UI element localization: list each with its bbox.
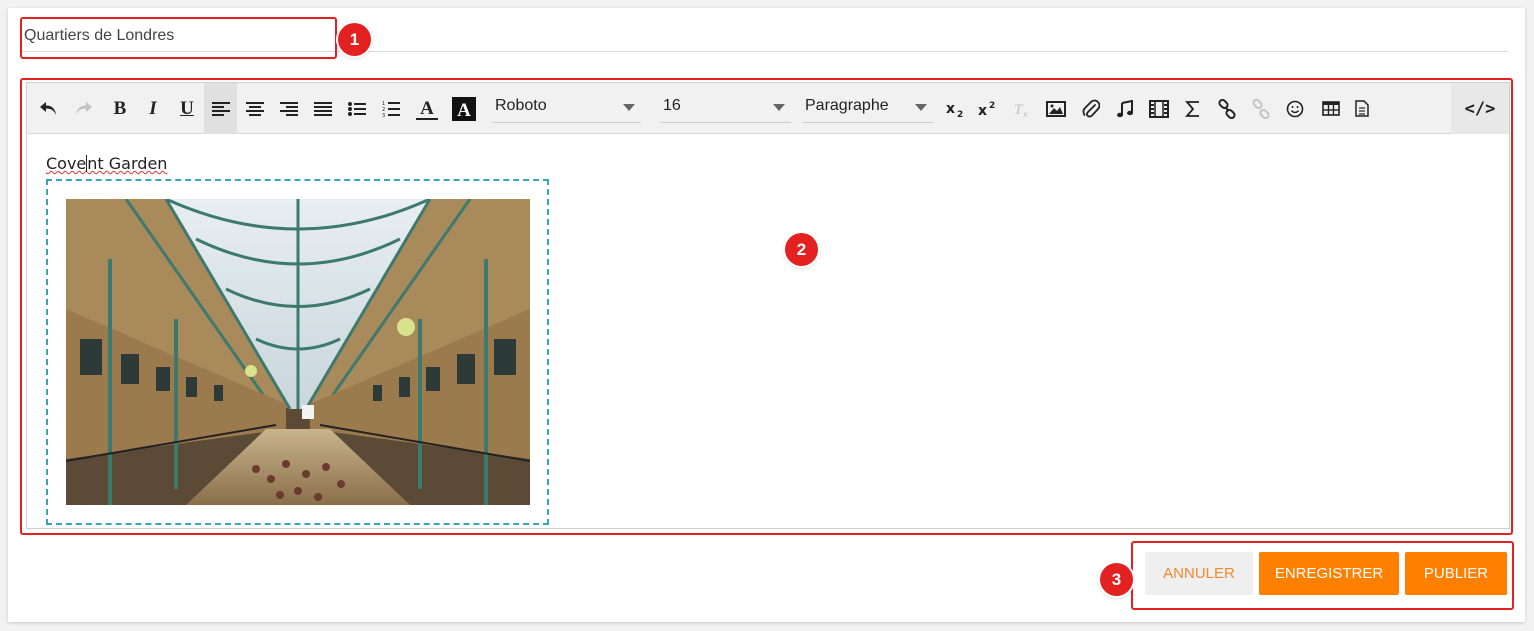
font-size-value: 16 [663, 97, 681, 114]
underline-button[interactable]: U [171, 83, 203, 134]
editor-card: B I U [8, 8, 1525, 622]
link-icon [1218, 98, 1236, 119]
bullet-list-icon [348, 101, 366, 116]
svg-text:A: A [420, 98, 434, 119]
superscript-button[interactable]: x2 [973, 83, 1003, 134]
selected-image-frame[interactable] [46, 179, 549, 525]
cancel-button[interactable]: ANNULER [1145, 552, 1253, 595]
svg-text:x: x [1023, 110, 1028, 118]
document-icon [1355, 100, 1369, 117]
block-format-select[interactable]: Paragraphe [803, 95, 933, 123]
insert-link-button[interactable] [1211, 83, 1243, 134]
clear-formatting-icon: Tx [1014, 102, 1028, 118]
subscript-icon: x2 [946, 101, 963, 118]
italic-button[interactable]: I [137, 83, 169, 134]
annotation-badge-3: 3 [1100, 563, 1133, 596]
paperclip-icon [1082, 99, 1100, 117]
insert-emoji-button[interactable] [1279, 83, 1311, 134]
covent-garden-photo[interactable] [66, 199, 530, 505]
music-note-icon [1117, 99, 1133, 117]
svg-text:2: 2 [989, 101, 995, 111]
underline-icon: U [180, 97, 194, 119]
italic-icon: I [149, 97, 157, 119]
chevron-down-icon [623, 104, 635, 111]
align-left-button[interactable] [204, 83, 237, 134]
undo-button[interactable] [33, 83, 65, 134]
insert-image-button[interactable] [1040, 83, 1072, 134]
annotation-badge-1: 1 [338, 23, 371, 56]
font-family-select[interactable]: Roboto [493, 95, 641, 123]
unlink-icon [1252, 98, 1270, 119]
background-color-button[interactable]: A [447, 83, 481, 134]
image-icon [1046, 100, 1066, 117]
rich-text-editor: B I U 1 2 3 A A Roboto 16 Paragraphe x 2… [26, 82, 1510, 529]
title-field-wrapper [22, 20, 1508, 52]
clear-formatting-button[interactable]: Tx [1007, 83, 1037, 134]
align-right-icon [280, 101, 298, 116]
svg-text:A: A [457, 100, 471, 121]
font-family-value: Roboto [495, 97, 547, 114]
svg-text:x: x [978, 103, 987, 118]
content-text-part: Cove [46, 154, 87, 173]
svg-text:2: 2 [957, 110, 963, 118]
text-color-icon: A [416, 98, 438, 120]
undo-icon [40, 101, 56, 115]
subscript-button[interactable]: x2 [941, 83, 971, 134]
svg-text:x: x [946, 101, 955, 117]
insert-video-button[interactable] [1143, 83, 1175, 134]
smiley-icon [1286, 100, 1304, 117]
insert-audio-button[interactable] [1109, 83, 1141, 134]
block-format-value: Paragraphe [805, 97, 889, 114]
align-center-icon [246, 101, 264, 116]
align-center-button[interactable] [239, 83, 271, 134]
align-justify-button[interactable] [307, 83, 339, 134]
bullet-list-button[interactable] [341, 83, 373, 134]
font-size-select[interactable]: 16 [661, 95, 791, 123]
svg-text:3: 3 [382, 113, 385, 117]
editor-content-area[interactable]: Covent Garden [27, 135, 1509, 528]
code-view-button[interactable]: </> [1451, 83, 1509, 134]
text-color-button[interactable]: A [410, 83, 444, 134]
chevron-down-icon [773, 104, 785, 111]
superscript-icon: x2 [978, 101, 995, 118]
table-icon [1322, 100, 1340, 116]
code-icon: </> [1464, 98, 1496, 119]
unlink-button[interactable] [1245, 83, 1277, 134]
insert-formula-button[interactable] [1177, 83, 1209, 134]
sigma-icon [1185, 100, 1199, 117]
insert-page-break-button[interactable] [1347, 83, 1377, 134]
content-paragraph[interactable]: Covent Garden [46, 154, 167, 173]
numbered-list-icon: 123 [382, 101, 400, 117]
editor-toolbar: B I U 1 2 3 A A Roboto 16 Paragraphe x 2… [27, 83, 1509, 134]
align-left-icon [211, 101, 230, 116]
publish-button[interactable]: PUBLIER [1405, 552, 1507, 595]
bold-button[interactable]: B [104, 83, 136, 134]
align-justify-icon [314, 101, 332, 116]
redo-button[interactable] [67, 83, 99, 134]
attach-file-button[interactable] [1075, 83, 1107, 134]
chevron-down-icon [915, 104, 927, 111]
background-color-icon: A [452, 96, 476, 121]
numbered-list-button[interactable]: 123 [375, 83, 407, 134]
film-icon [1149, 99, 1169, 118]
insert-table-button[interactable] [1315, 83, 1347, 134]
save-button[interactable]: ENREGISTRER [1259, 552, 1399, 595]
align-right-button[interactable] [273, 83, 305, 134]
bold-icon: B [113, 97, 127, 119]
title-input[interactable] [24, 24, 324, 48]
annotation-badge-2: 2 [785, 233, 818, 266]
redo-icon [76, 101, 92, 115]
content-text-part: nt Garden [87, 154, 168, 173]
